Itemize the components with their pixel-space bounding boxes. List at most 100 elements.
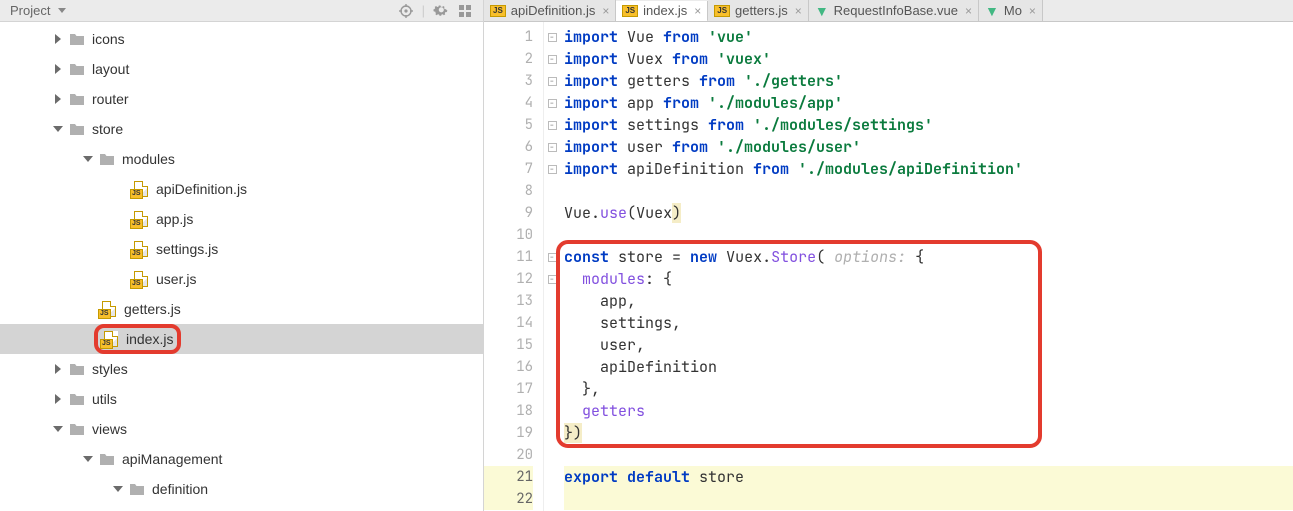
arrow-right-icon[interactable] <box>50 391 66 407</box>
separator: | <box>422 3 425 18</box>
fold-minus-icon[interactable]: − <box>548 253 557 262</box>
fold-minus-icon[interactable]: − <box>548 165 557 174</box>
close-icon[interactable]: × <box>602 4 609 18</box>
tree-row-user-js[interactable]: JSuser.js <box>0 264 483 294</box>
tree-item-label: settings.js <box>156 241 218 257</box>
fold-minus-icon[interactable]: − <box>548 55 557 64</box>
fold-minus-icon[interactable]: − <box>548 143 557 152</box>
js-file-icon: JS <box>132 241 150 257</box>
code-line[interactable]: app, <box>564 290 1293 312</box>
gear-icon[interactable] <box>433 3 449 19</box>
tree-row-modules[interactable]: modules <box>0 144 483 174</box>
tree-item-label: definition <box>152 481 208 497</box>
close-icon[interactable]: × <box>965 4 972 18</box>
folder-icon <box>68 91 86 107</box>
code-content[interactable]: import Vue from 'vue'import Vuex from 'v… <box>560 22 1293 511</box>
arrow-down-icon[interactable] <box>110 481 126 497</box>
tree-row-apidefinition-js[interactable]: JSapiDefinition.js <box>0 174 483 204</box>
code-line[interactable] <box>564 444 1293 466</box>
code-line[interactable]: Vue.use(Vuex) <box>564 202 1293 224</box>
fold-minus-icon[interactable]: − <box>548 77 557 86</box>
fold-minus-icon[interactable]: − <box>548 275 557 284</box>
js-file-icon: JS <box>132 181 150 197</box>
tab-label: Mo <box>1004 3 1022 18</box>
code-line[interactable]: getters <box>564 400 1293 422</box>
arrow-right-icon[interactable] <box>50 91 66 107</box>
code-line[interactable]: user, <box>564 334 1293 356</box>
code-line[interactable]: import Vuex from 'vuex' <box>564 48 1293 70</box>
tree-row-icons[interactable]: icons <box>0 24 483 54</box>
code-line[interactable] <box>564 180 1293 202</box>
close-icon[interactable]: × <box>1029 4 1036 18</box>
vue-file-icon: ▼ <box>815 4 829 18</box>
collapse-icon[interactable] <box>457 3 473 19</box>
tab-getters-js[interactable]: JS getters.js × <box>708 0 809 21</box>
tree-item-label: app.js <box>156 211 193 227</box>
vue-file-icon: ▼ <box>985 4 999 18</box>
tree-row-getters-js[interactable]: JSgetters.js <box>0 294 483 324</box>
tree-row-views[interactable]: views <box>0 414 483 444</box>
code-line[interactable]: settings, <box>564 312 1293 334</box>
tree-row-settings-js[interactable]: JS settings.js <box>0 234 483 264</box>
tree-item-label: store <box>92 121 123 137</box>
folder-icon <box>98 151 116 167</box>
code-line[interactable] <box>564 224 1293 246</box>
caret-down-icon[interactable] <box>58 8 66 13</box>
tab-label: apiDefinition.js <box>511 3 596 18</box>
js-file-icon: JS <box>714 5 730 17</box>
arrow-down-icon[interactable] <box>50 421 66 437</box>
editor-side: JSapiDefinition.js×JSindex.js×JSgetters.… <box>484 0 1293 511</box>
tab-mo[interactable]: ▼ Mo × <box>979 0 1043 21</box>
arrow-down-icon[interactable] <box>80 151 96 167</box>
code-line[interactable]: const store = new Vuex.Store( options: { <box>564 246 1293 268</box>
tab-requestinfobase-vue[interactable]: ▼RequestInfoBase.vue× <box>809 0 979 21</box>
tree-row-styles[interactable]: styles <box>0 354 483 384</box>
tree-item-label: apiManagement <box>122 451 222 467</box>
code-line[interactable]: }) <box>564 422 1293 444</box>
tree-item-label: styles <box>92 361 128 377</box>
tree-row-store[interactable]: store <box>0 114 483 144</box>
tree-row-apimanagement[interactable]: apiManagement <box>0 444 483 474</box>
arrow-right-icon[interactable] <box>50 361 66 377</box>
tree-item-label: index.js <box>126 331 173 347</box>
code-line[interactable] <box>564 488 1293 510</box>
tree-row-index-js[interactable]: JS index.js <box>0 324 483 354</box>
arrow-down-icon[interactable] <box>50 121 66 137</box>
js-file-icon: JS <box>102 331 120 347</box>
tab-label: getters.js <box>735 3 788 18</box>
tree-row-app-js[interactable]: JSapp.js <box>0 204 483 234</box>
code-line[interactable]: import getters from './getters' <box>564 70 1293 92</box>
project-tree[interactable]: icons layoutrouter store modulesJSapiDefini… <box>0 22 483 511</box>
arrow-down-icon[interactable] <box>80 451 96 467</box>
project-sidebar: Project | iconslayoutrouterstoremodulesJ… <box>0 0 484 511</box>
tree-row-router[interactable]: router <box>0 84 483 114</box>
folder-icon <box>68 61 86 77</box>
editor-area[interactable]: 12345678910111213141516171819202122 −−−−… <box>484 22 1293 511</box>
code-line[interactable]: import settings from './modules/settings… <box>564 114 1293 136</box>
code-line[interactable]: import app from './modules/app' <box>564 92 1293 114</box>
tree-row-layout[interactable]: layout <box>0 54 483 84</box>
close-icon[interactable]: × <box>795 4 802 18</box>
fold-minus-icon[interactable]: − <box>548 99 557 108</box>
arrow-right-icon[interactable] <box>50 61 66 77</box>
tree-row-definition[interactable]: definition <box>0 474 483 504</box>
code-line[interactable]: modules: { <box>564 268 1293 290</box>
code-line[interactable]: import apiDefinition from './modules/api… <box>564 158 1293 180</box>
arrow-right-icon[interactable] <box>50 31 66 47</box>
code-line[interactable]: apiDefinition <box>564 356 1293 378</box>
code-line[interactable]: import user from './modules/user' <box>564 136 1293 158</box>
tree-item-label: icons <box>92 31 125 47</box>
code-line[interactable]: import Vue from 'vue' <box>564 26 1293 48</box>
fold-minus-icon[interactable]: − <box>548 121 557 130</box>
tab-index-js[interactable]: JSindex.js× <box>616 1 708 22</box>
tab-apidefinition-js[interactable]: JSapiDefinition.js× <box>484 0 616 21</box>
fold-minus-icon[interactable]: − <box>548 33 557 42</box>
tree-item-label: getters.js <box>124 301 181 317</box>
close-icon[interactable]: × <box>694 4 701 18</box>
code-line[interactable]: export default store <box>564 466 1293 488</box>
fold-column: − − − − − − − − − <box>544 22 560 511</box>
code-line[interactable]: }, <box>564 378 1293 400</box>
target-icon[interactable] <box>398 3 414 19</box>
js-file-icon: JS <box>622 5 638 17</box>
tree-row-utils[interactable]: utils <box>0 384 483 414</box>
